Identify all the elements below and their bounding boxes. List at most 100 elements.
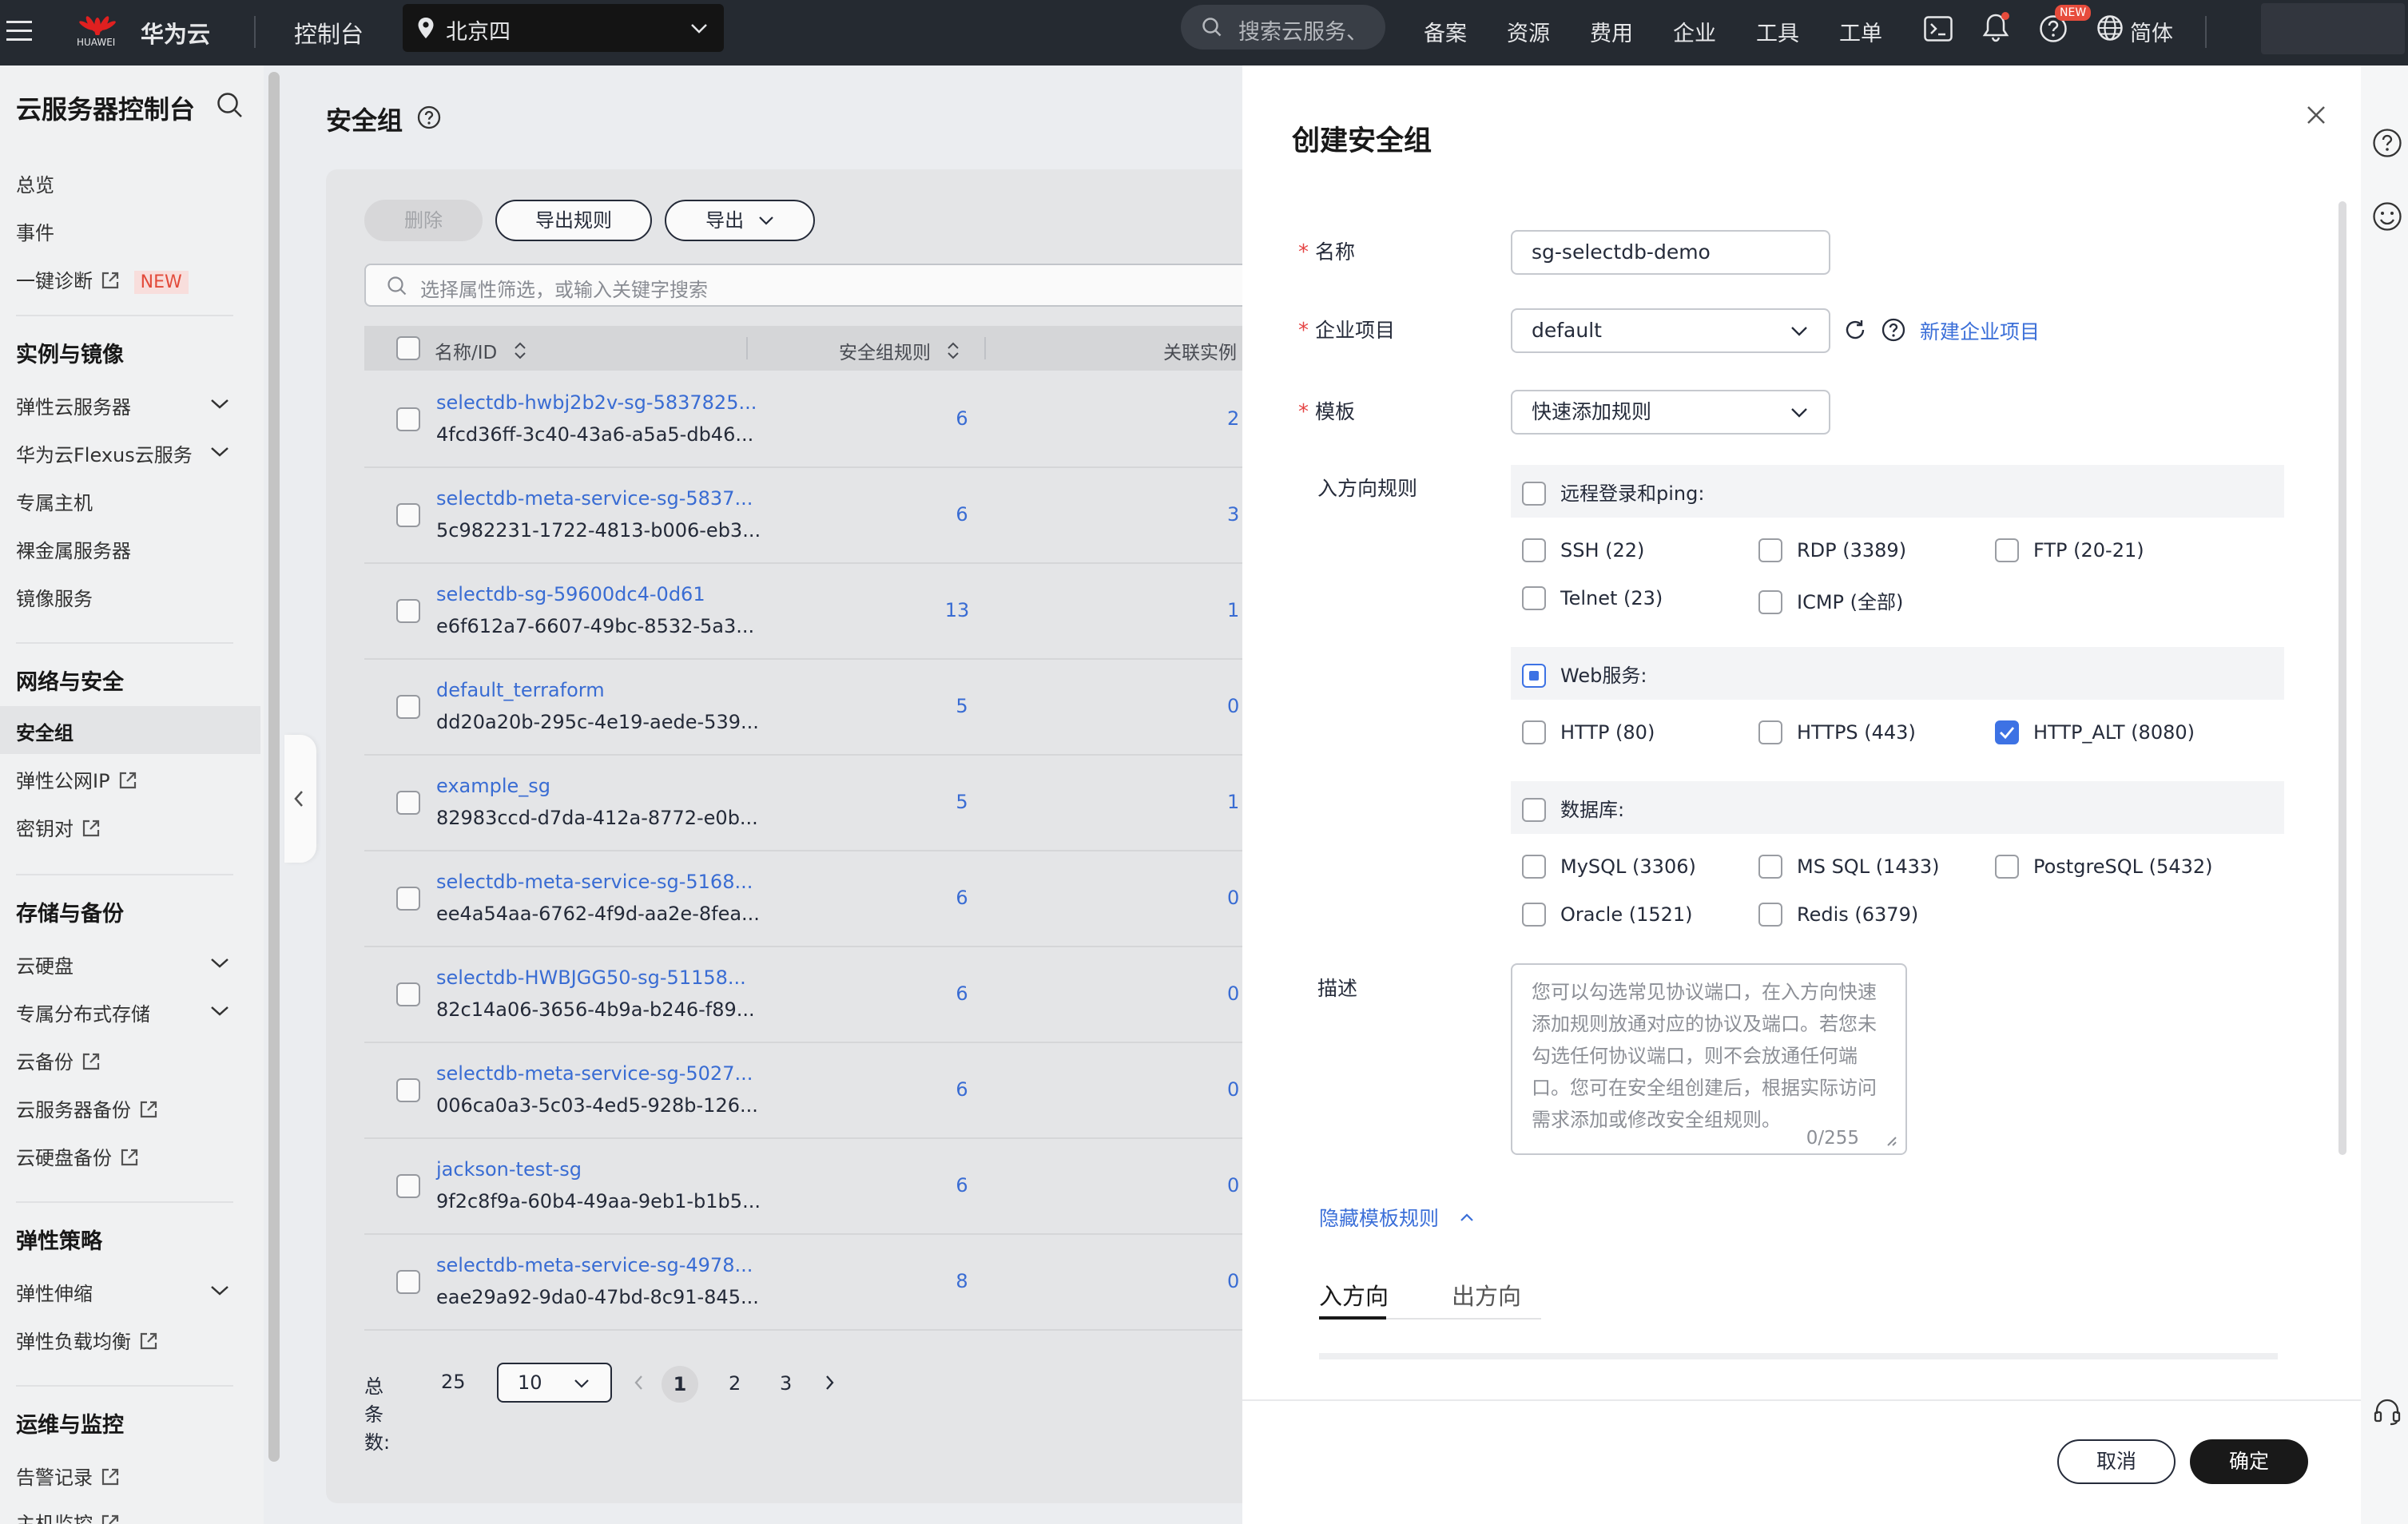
global-search[interactable]: 搜索云服务、 <box>1181 5 1385 50</box>
nav-enterprise[interactable]: 企业 <box>1673 16 1716 47</box>
template-select[interactable]: 快速添加规则 <box>1511 390 1830 435</box>
nav-beian[interactable]: 备案 <box>1424 16 1467 47</box>
option-label: Web服务: <box>1560 665 1647 687</box>
nav-billing[interactable]: 费用 <box>1590 16 1633 47</box>
link-text: 隐藏模板规则 <box>1319 1207 1440 1230</box>
icmp-checkbox[interactable]: ICMP (全部) <box>1758 586 1903 614</box>
close-icon[interactable] <box>2305 104 2327 126</box>
remote-login-checkbox[interactable]: 远程登录和ping: <box>1522 478 1704 506</box>
description-textarea[interactable]: 您可以勾选常见协议端口，在入方向快速添加规则放通对应的协议及端口。若您未勾选任何… <box>1511 963 1907 1155</box>
option-label: ICMP (全部) <box>1797 591 1904 613</box>
checkbox <box>1522 538 1546 562</box>
rdp-checkbox[interactable]: RDP (3389) <box>1758 538 1906 562</box>
help-icon[interactable] <box>1881 318 1905 342</box>
checkbox <box>1522 798 1546 822</box>
project-value: default <box>1532 319 1602 342</box>
name-input[interactable]: sg-selectdb-demo <box>1511 230 1830 275</box>
nav-tickets[interactable]: 工单 <box>1839 16 1882 47</box>
project-select[interactable]: default <box>1511 308 1830 353</box>
http-checkbox[interactable]: HTTP (80) <box>1522 720 1655 744</box>
mssql-checkbox[interactable]: MS SQL (1433) <box>1758 855 1940 879</box>
checkbox <box>1522 586 1546 610</box>
database-checkbox[interactable]: 数据库: <box>1522 794 1624 822</box>
section-database <box>1511 781 2284 834</box>
label-text: 企业项目 <box>1315 319 1396 342</box>
modal-scrollbar[interactable] <box>2338 201 2346 1155</box>
tab-inbound[interactable]: 入方向 <box>1319 1278 1389 1312</box>
https-checkbox[interactable]: HTTPS (443) <box>1758 720 1916 744</box>
modal-overlay[interactable] <box>0 65 1242 1524</box>
region-selector[interactable]: 北京四 <box>403 4 724 52</box>
option-label: MySQL (3306) <box>1560 855 1696 878</box>
checkbox-checked <box>1995 720 2019 744</box>
refresh-icon[interactable] <box>1843 318 1867 342</box>
redis-checkbox[interactable]: Redis (6379) <box>1758 903 1918 927</box>
terminal-icon[interactable] <box>1924 16 1953 42</box>
search-icon <box>1202 17 1222 38</box>
huawei-logo-icon[interactable] <box>75 3 120 35</box>
globe-icon[interactable] <box>2096 14 2124 42</box>
create-security-group-drawer: 创建安全组 * 名称 sg-selectdb-demo * 企业项目 default… <box>1242 65 2361 1524</box>
tab-outbound[interactable]: 出方向 <box>1452 1278 1521 1312</box>
menu-icon[interactable] <box>6 19 32 43</box>
option-label: MS SQL (1433) <box>1797 855 1940 878</box>
nav-tools[interactable]: 工具 <box>1756 16 1799 47</box>
checkbox <box>1522 720 1546 744</box>
bell-icon[interactable] <box>1981 11 2010 43</box>
oracle-checkbox[interactable]: Oracle (1521) <box>1522 903 1693 927</box>
required-marker: * <box>1298 240 1309 264</box>
name-label: * 名称 <box>1298 236 1355 265</box>
option-label: PostgreSQL (5432) <box>2033 855 2213 878</box>
brand-name[interactable]: 华为云 <box>141 16 210 50</box>
project-label: * 企业项目 <box>1298 315 1395 343</box>
brand-small-text: HUAWEI <box>77 37 116 48</box>
postgresql-checkbox[interactable]: PostgreSQL (5432) <box>1995 855 2212 879</box>
telnet-checkbox[interactable]: Telnet (23) <box>1522 586 1663 610</box>
footer-divider <box>1242 1399 2361 1401</box>
character-count: 0/255 <box>1806 1128 1859 1149</box>
resize-handle-icon[interactable] <box>1883 1133 1897 1147</box>
nav-resources[interactable]: 资源 <box>1507 16 1550 47</box>
rules-table-placeholder <box>1319 1353 2278 1359</box>
chevron-down-icon <box>1790 407 1808 419</box>
cancel-button[interactable]: 取消 <box>2057 1439 2176 1484</box>
checkbox <box>1758 855 1782 879</box>
checkbox <box>1995 855 2019 879</box>
help-icon[interactable] <box>2372 128 2402 158</box>
option-label: Redis (6379) <box>1797 903 1919 926</box>
feedback-smile-icon[interactable] <box>2372 201 2402 232</box>
web-services-checkbox[interactable]: Web服务: <box>1522 660 1647 688</box>
divider <box>2205 16 2207 48</box>
option-label: FTP (20-21) <box>2033 539 2144 562</box>
template-value: 快速添加规则 <box>1532 400 1652 423</box>
right-utility-rail <box>2361 65 2408 1524</box>
new-badge: NEW <box>2055 5 2092 21</box>
description-label: 描述 <box>1317 977 1358 1000</box>
checkbox <box>1995 538 2019 562</box>
required-marker: * <box>1298 319 1309 343</box>
language-switch[interactable]: 简体 <box>2130 16 2173 47</box>
customer-service-headset-icon[interactable] <box>2372 1396 2402 1427</box>
console-link[interactable]: 控制台 <box>294 16 364 50</box>
checkbox <box>1522 482 1546 506</box>
ftp-checkbox[interactable]: FTP (20-21) <box>1995 538 2144 562</box>
option-label: RDP (3389) <box>1797 539 1907 562</box>
name-value: sg-selectdb-demo <box>1532 240 1711 264</box>
confirm-button[interactable]: 确定 <box>2190 1439 2308 1484</box>
label-text: 名称 <box>1315 240 1356 264</box>
inbound-rules-label: 入方向规则 <box>1317 477 1418 500</box>
new-project-link[interactable]: 新建企业项目 <box>1920 316 2040 345</box>
template-label: * 模板 <box>1298 396 1355 425</box>
search-placeholder: 搜索云服务、 <box>1238 20 1368 45</box>
ssh-checkbox[interactable]: SSH (22) <box>1522 538 1644 562</box>
mysql-checkbox[interactable]: MySQL (3306) <box>1522 855 1696 879</box>
option-label: Telnet (23) <box>1560 587 1663 609</box>
http-alt-checkbox[interactable]: HTTP_ALT (8080) <box>1995 720 2195 744</box>
region-label: 北京四 <box>446 20 511 45</box>
option-label: 远程登录和ping: <box>1560 482 1705 505</box>
tab-active-indicator <box>1319 1316 1386 1320</box>
hide-template-rules-link[interactable]: 隐藏模板规则 <box>1319 1203 1474 1232</box>
option-label: 数据库: <box>1560 799 1625 821</box>
account-avatar[interactable] <box>2261 3 2405 54</box>
label-text: 模板 <box>1315 400 1356 423</box>
